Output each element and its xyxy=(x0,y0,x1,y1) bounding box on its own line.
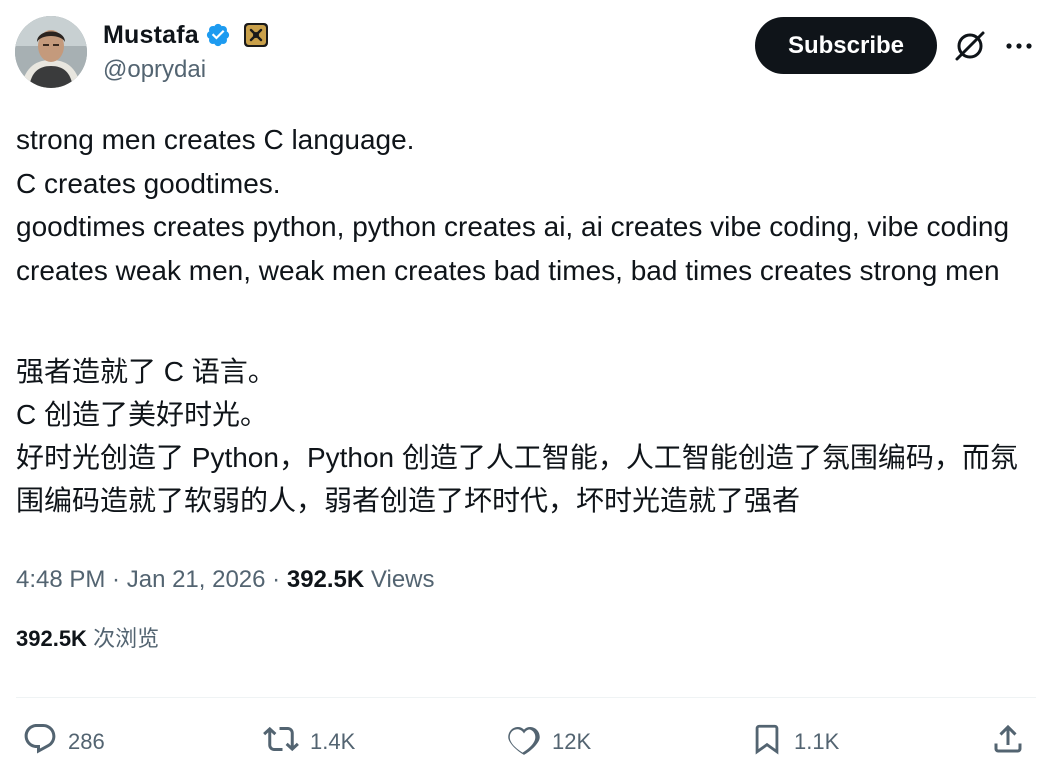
tweet-line: 好时光创造了 Python，Python 创造了人工智能，人工智能创造了氛围编码… xyxy=(16,442,1018,516)
tweet-text-chinese: 强者造就了 C 语言。 C 创造了美好时光。 好时光创造了 Python，Pyt… xyxy=(16,350,1041,522)
tweet-time[interactable]: 4:48 PM xyxy=(16,566,105,593)
views-count: 392.5K xyxy=(286,566,365,593)
tweet-line: goodtimes creates python, python creates… xyxy=(16,211,1010,286)
share-button[interactable] xyxy=(990,720,1026,764)
reply-button[interactable]: 286 xyxy=(22,720,105,764)
repost-count: 1.4K xyxy=(310,729,356,754)
author-name[interactable]: Mustafa xyxy=(103,21,199,50)
more-icon[interactable] xyxy=(1000,27,1038,65)
repost-button[interactable]: 1.4K xyxy=(262,720,355,764)
tweet-meta: 4:48 PM · Jan 21, 2026 · 392.5K Views xyxy=(16,566,435,594)
tweet-line: C 创造了美好时光。 xyxy=(16,399,269,430)
subscribe-button[interactable]: Subscribe xyxy=(755,17,937,74)
bookmark-icon xyxy=(750,721,784,763)
views-label-translated: 次浏览 xyxy=(93,626,160,651)
tweet-line: 强者造就了 C 语言。 xyxy=(16,356,276,387)
tweet-line: C creates goodtimes. xyxy=(16,167,281,199)
tweet-text-english: strong men creates C language. C creates… xyxy=(16,118,1041,292)
meta-separator: · xyxy=(105,566,127,593)
tweet-line: strong men creates C language. xyxy=(16,124,415,155)
share-icon xyxy=(990,721,1026,763)
like-count: 12K xyxy=(552,729,592,754)
avatar[interactable] xyxy=(15,16,87,88)
divider xyxy=(16,697,1036,698)
bookmark-button[interactable]: 1.1K xyxy=(750,720,839,764)
author-handle[interactable]: @oprydai xyxy=(103,56,206,84)
views-label: Views xyxy=(370,566,435,593)
views-count-translated: 392.5K xyxy=(16,626,87,651)
meta-separator: · xyxy=(265,566,287,593)
reply-icon xyxy=(22,721,58,763)
like-button[interactable]: 12K xyxy=(506,720,591,764)
bookmark-count: 1.1K xyxy=(794,729,840,754)
tweet-date[interactable]: Jan 21, 2026 xyxy=(127,566,266,593)
repost-icon xyxy=(262,721,300,763)
heart-icon xyxy=(506,721,542,763)
views-translated: 392.5K 次浏览 xyxy=(16,621,159,653)
reply-count: 286 xyxy=(68,729,105,754)
grok-icon[interactable] xyxy=(951,27,989,65)
affiliate-badge-icon[interactable] xyxy=(243,22,269,48)
verified-badge-icon xyxy=(205,22,231,48)
